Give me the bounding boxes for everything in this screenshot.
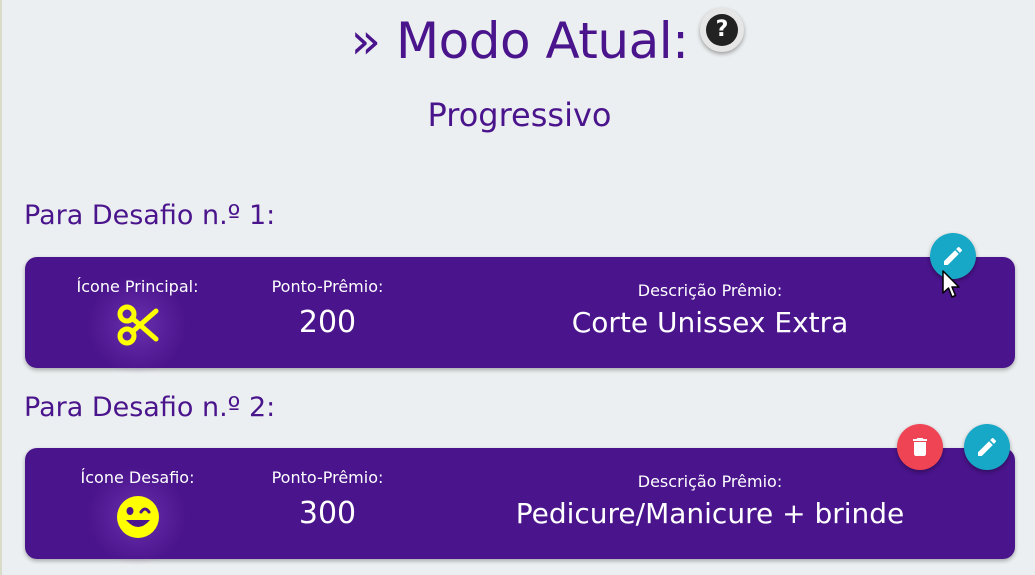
- description-column: Descrição Prêmio: Pedicure/Manicure + br…: [445, 472, 975, 534]
- smile-icon: [55, 494, 220, 544]
- points-value: 300: [298, 496, 357, 531]
- mouse-cursor-icon: [942, 270, 960, 298]
- points-column: Ponto-Prêmio: 200: [250, 277, 405, 343]
- challenge-2-card: Ícone Desafio: Ponto-Prêmio: 300 Descriç…: [25, 448, 1015, 566]
- icon-label: Ícone Principal:: [76, 277, 199, 296]
- delete-button[interactable]: [897, 424, 943, 470]
- help-button[interactable]: ?: [700, 8, 744, 52]
- challenge-1-card: Ícone Principal: Ponto-Prêmio: 200 Descr…: [25, 257, 1015, 375]
- icon-column: Ícone Principal:: [55, 277, 220, 351]
- description-label: Descrição Prêmio:: [637, 472, 783, 491]
- scissors-icon: [55, 303, 220, 351]
- title-row: » Modo Atual:: [2, 10, 1035, 72]
- current-mode: Progressivo: [427, 96, 612, 134]
- description-value: Pedicure/Manicure + brinde: [515, 497, 905, 530]
- description-label: Descrição Prêmio:: [637, 281, 783, 300]
- trash-icon: [913, 438, 927, 456]
- question-icon: ?: [706, 14, 738, 46]
- points-column: Ponto-Prêmio: 300: [250, 468, 405, 534]
- pencil-icon: [978, 437, 997, 456]
- pencil-icon: [944, 246, 963, 265]
- challenge-2-title: Para Desafio n.º 2:: [24, 392, 276, 423]
- icon-column: Ícone Desafio:: [55, 468, 220, 544]
- points-value: 200: [298, 305, 357, 340]
- points-label: Ponto-Prêmio:: [271, 468, 384, 487]
- points-label: Ponto-Prêmio:: [271, 277, 384, 296]
- edit-button[interactable]: [964, 424, 1010, 470]
- icon-label: Ícone Desafio:: [80, 468, 195, 487]
- description-value: Corte Unissex Extra: [571, 306, 849, 339]
- description-column: Descrição Prêmio: Corte Unissex Extra: [445, 281, 975, 343]
- challenge-1-title: Para Desafio n.º 1:: [24, 200, 276, 231]
- page-title: » Modo Atual:: [350, 12, 689, 70]
